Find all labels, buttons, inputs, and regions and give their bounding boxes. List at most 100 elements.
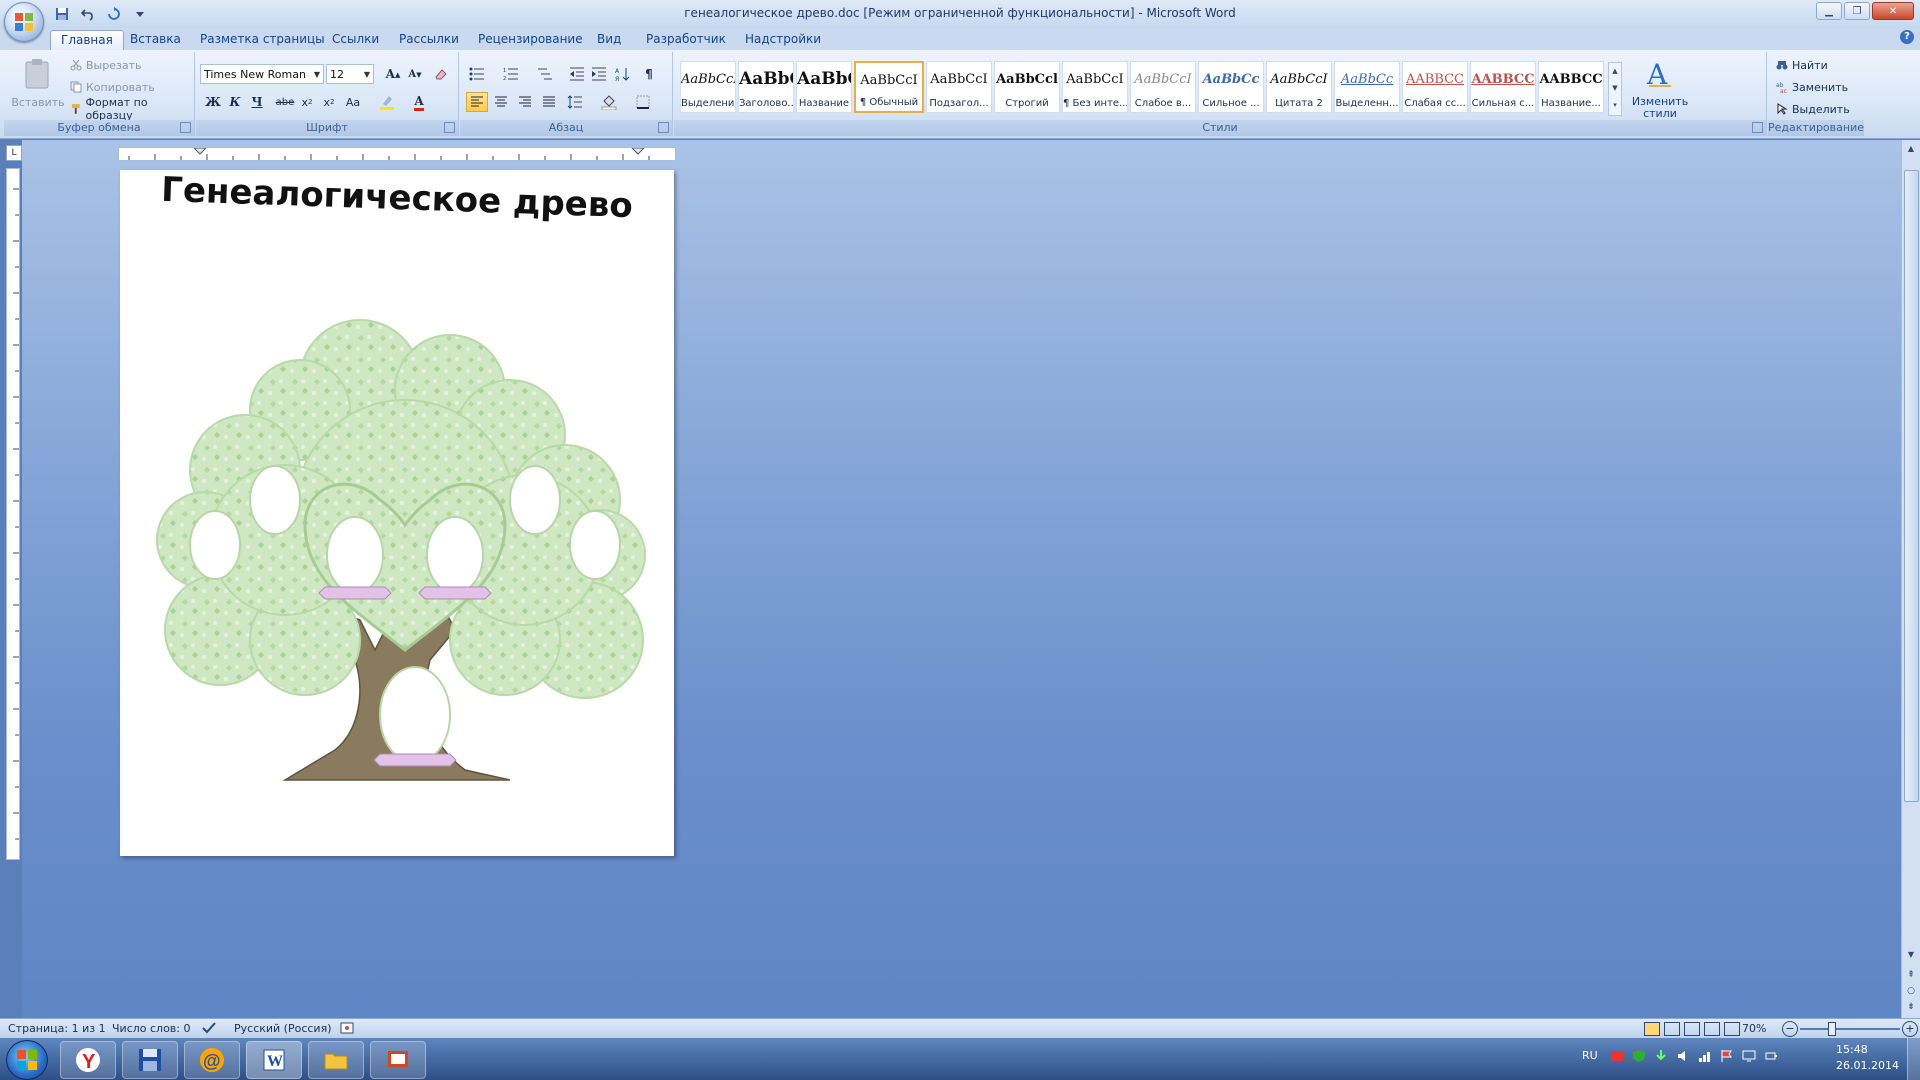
scroll-down-icon[interactable]: ▼: [1904, 950, 1918, 964]
document-page[interactable]: Генеалогическое древо: [120, 170, 674, 856]
italic-button[interactable]: К: [224, 92, 246, 112]
tab-insert[interactable]: Вставка: [120, 30, 191, 50]
taskbar-presentation[interactable]: [370, 1041, 426, 1079]
style-strong[interactable]: AaBbCcl Строгий: [994, 61, 1060, 113]
style-book-title[interactable]: AABBCC Название...: [1538, 61, 1604, 113]
sort-button[interactable]: АЯ: [612, 64, 634, 84]
tab-references[interactable]: Ссылки: [322, 30, 389, 50]
subscript-button[interactable]: x2: [296, 92, 318, 112]
tray-app-icon[interactable]: [1610, 1049, 1624, 1063]
shading-button[interactable]: [598, 92, 620, 112]
taskbar-mail-agent[interactable]: @: [184, 1041, 240, 1079]
clock-time[interactable]: 15:48: [1836, 1043, 1868, 1056]
style-intense-emphasis[interactable]: AaBbCc Сильное ...: [1198, 61, 1264, 113]
style-subtle-emphasis[interactable]: AaBbCcI Слабое в...: [1130, 61, 1196, 113]
tab-mailings[interactable]: Рассылки: [389, 30, 469, 50]
multilevel-list-button[interactable]: [534, 64, 556, 84]
cut-button[interactable]: Вырезать: [70, 56, 141, 74]
scroll-up-icon[interactable]: ▲: [1904, 144, 1918, 158]
web-layout-icon[interactable]: [1684, 1022, 1700, 1036]
bullets-button[interactable]: [466, 64, 488, 84]
tab-view[interactable]: Вид: [587, 30, 631, 50]
zoom-slider-thumb[interactable]: [1828, 1022, 1836, 1036]
paragraph-launcher-icon[interactable]: [658, 122, 669, 133]
close-button[interactable]: ✕: [1872, 2, 1914, 20]
help-icon[interactable]: ?: [1900, 30, 1914, 44]
select-button[interactable]: Выделить: [1776, 100, 1850, 118]
scroll-thumb[interactable]: [1904, 170, 1919, 802]
input-language[interactable]: RU: [1582, 1049, 1598, 1062]
clear-formatting-button[interactable]: [430, 64, 452, 84]
tray-flag-icon[interactable]: [1720, 1049, 1734, 1063]
styles-scroll[interactable]: ▲ ▼ ▾: [1608, 62, 1622, 116]
increase-indent-button[interactable]: [588, 64, 610, 84]
draft-icon[interactable]: [1724, 1022, 1740, 1036]
highlight-button[interactable]: [376, 92, 398, 112]
word-count[interactable]: Число слов: 0: [112, 1022, 191, 1035]
change-styles-button[interactable]: A Изменить стили: [1624, 56, 1696, 120]
tab-page-layout[interactable]: Разметка страницы: [190, 30, 335, 50]
paste-button[interactable]: Вставить: [8, 56, 68, 116]
style-heading1[interactable]: AaBbCЗаголово...: [738, 61, 794, 113]
page-count[interactable]: Страница: 1 из 1: [8, 1022, 106, 1035]
maximize-button[interactable]: ❐: [1844, 2, 1870, 20]
bold-button[interactable]: Ж: [202, 92, 224, 112]
full-screen-reading-icon[interactable]: [1664, 1022, 1680, 1036]
clock-date[interactable]: 26.01.2014: [1836, 1059, 1899, 1072]
line-spacing-button[interactable]: [564, 92, 586, 112]
tray-shield-icon[interactable]: [1632, 1049, 1646, 1063]
format-painter-button[interactable]: Формат по образцу: [70, 96, 194, 122]
prev-page-icon[interactable]: ⇞: [1904, 970, 1918, 984]
office-button[interactable]: [4, 2, 44, 42]
language-indicator[interactable]: Русский (Россия): [234, 1022, 332, 1035]
grow-font-button[interactable]: A ▲: [382, 64, 404, 84]
numbering-button[interactable]: 12: [500, 64, 522, 84]
tab-developer[interactable]: Разработчик: [636, 30, 736, 50]
font-launcher-icon[interactable]: [444, 122, 455, 133]
tab-addins[interactable]: Надстройки: [735, 30, 831, 50]
tray-speaker-icon[interactable]: [1676, 1049, 1690, 1063]
font-name-combo[interactable]: Times New Roman ▼: [200, 64, 324, 84]
horizontal-ruler[interactable]: [118, 147, 676, 161]
strikethrough-button[interactable]: abe: [274, 92, 296, 112]
zoom-slider[interactable]: [1800, 1028, 1900, 1030]
taskbar-save-app[interactable]: [122, 1041, 178, 1079]
tab-home[interactable]: Главная: [50, 30, 124, 51]
justify-button[interactable]: [538, 92, 560, 112]
taskbar-word[interactable]: W: [246, 1041, 302, 1079]
proofing-icon[interactable]: [202, 1022, 216, 1037]
zoom-in-icon[interactable]: +: [1902, 1021, 1918, 1037]
style-subtitle[interactable]: AaBbCcI Подзагол...: [926, 61, 992, 113]
style-normal[interactable]: AaBbCcI ¶ Обычный: [854, 61, 924, 113]
outline-icon[interactable]: [1704, 1022, 1720, 1036]
style-title[interactable]: AaBbCНазвание: [796, 61, 852, 113]
superscript-button[interactable]: x2: [318, 92, 340, 112]
clipboard-launcher-icon[interactable]: [180, 122, 191, 133]
tray-network-icon[interactable]: [1698, 1049, 1712, 1063]
taskbar-explorer[interactable]: [308, 1041, 364, 1079]
decrease-indent-button[interactable]: [566, 64, 588, 84]
style-quote2[interactable]: AaBbCcI Цитата 2: [1266, 61, 1332, 113]
tray-download-icon[interactable]: [1654, 1049, 1668, 1063]
find-button[interactable]: Найти: [1776, 56, 1828, 74]
tab-selector[interactable]: L: [6, 145, 22, 161]
tab-review[interactable]: Рецензирование: [468, 30, 593, 50]
tray-monitor-icon[interactable]: [1742, 1049, 1756, 1063]
styles-launcher-icon[interactable]: [1752, 122, 1763, 133]
tray-power-icon[interactable]: [1764, 1049, 1778, 1063]
change-case-button[interactable]: Aa: [342, 92, 364, 112]
replace-button[interactable]: ab ac Заменить: [1776, 78, 1848, 96]
start-button[interactable]: [6, 1040, 48, 1080]
style-no-spacing[interactable]: AaBbCcI ¶ Без инте...: [1062, 61, 1128, 113]
show-marks-button[interactable]: ¶: [638, 64, 660, 84]
next-page-icon[interactable]: ⇟: [1904, 1002, 1918, 1016]
style-emphasis[interactable]: AaBbCcI Выделение: [680, 61, 736, 113]
style-subtle-reference[interactable]: AABBCC Слабая сс...: [1402, 61, 1468, 113]
copy-button[interactable]: Копировать: [70, 78, 155, 96]
font-color-button[interactable]: A: [408, 92, 430, 112]
style-intense-reference[interactable]: AABBCC Сильная с...: [1470, 61, 1536, 113]
shrink-font-button[interactable]: A ▼: [404, 64, 426, 84]
align-right-button[interactable]: [514, 92, 536, 112]
print-layout-icon[interactable]: [1644, 1022, 1660, 1036]
font-size-combo[interactable]: 12 ▼: [326, 64, 374, 84]
